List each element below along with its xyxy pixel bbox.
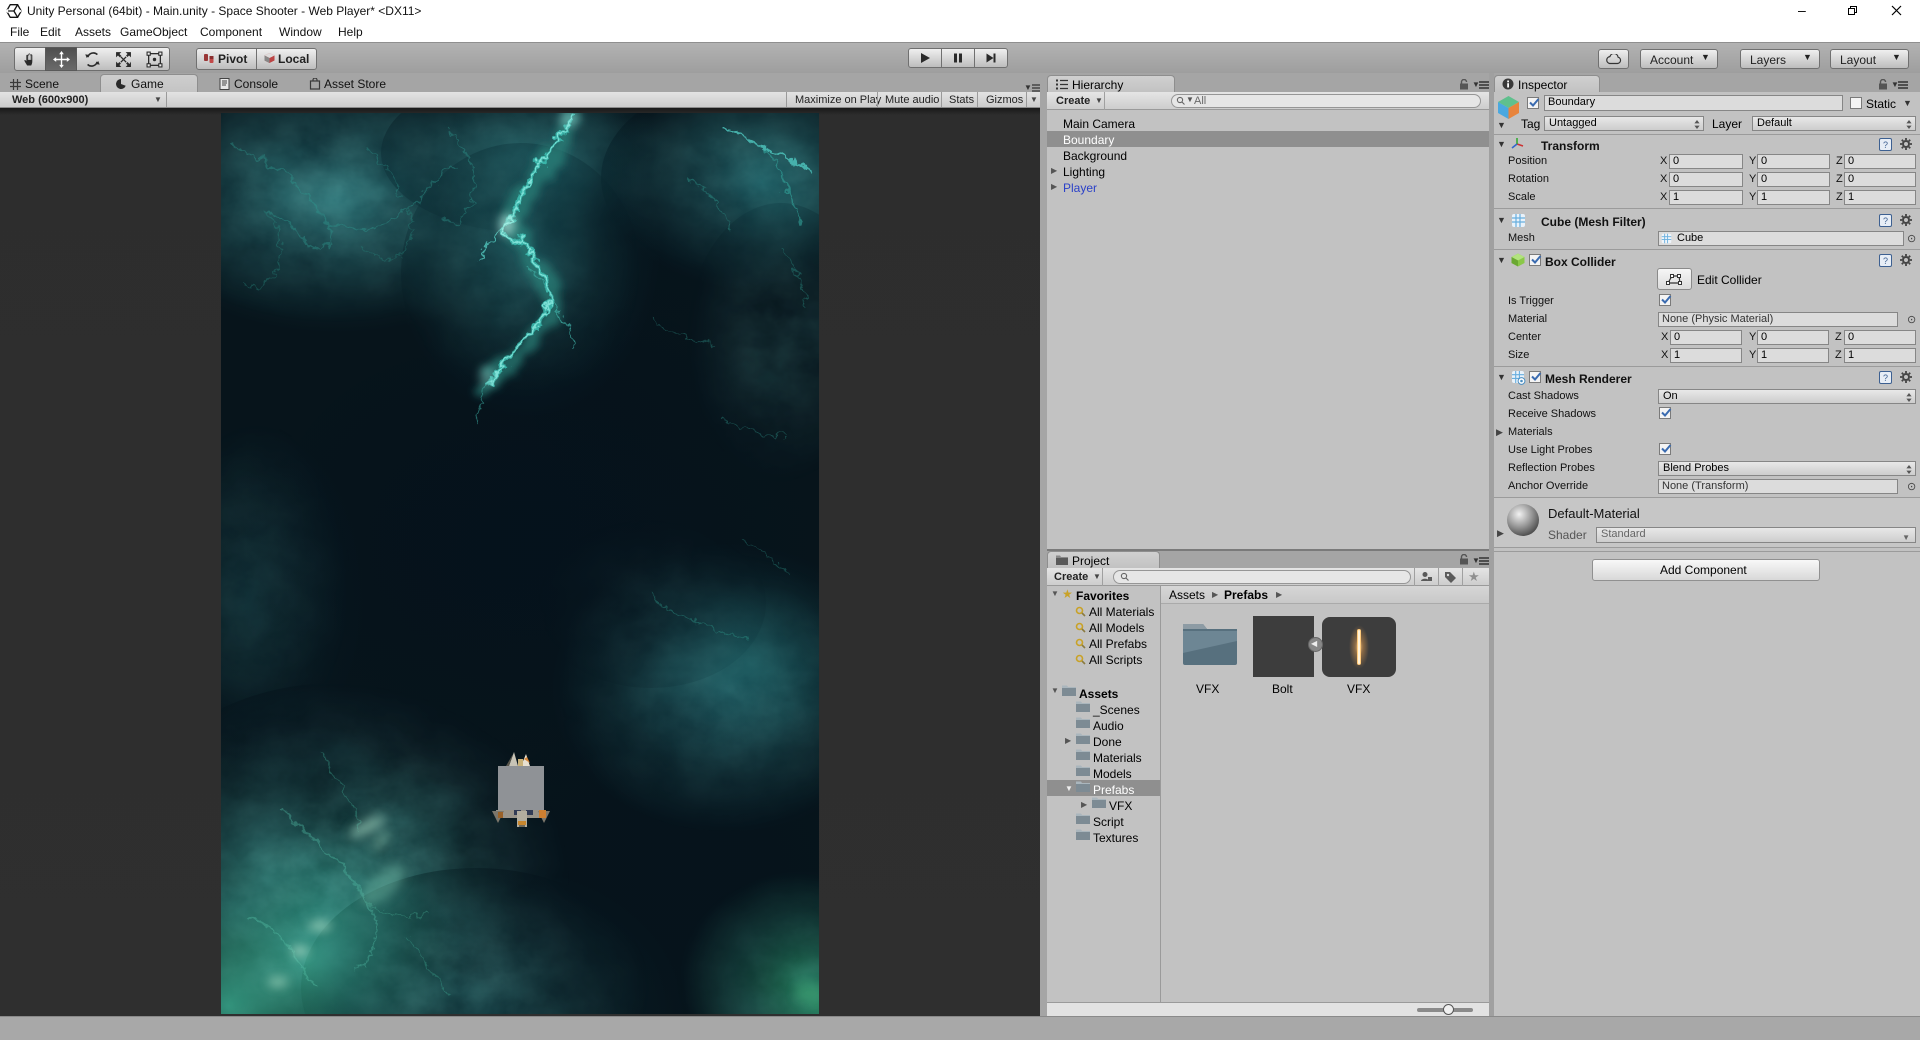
svg-text:?: ? [1883, 216, 1888, 226]
svg-text:?: ? [1883, 256, 1888, 266]
svg-text:?: ? [1883, 140, 1888, 150]
svg-text:?: ? [1883, 373, 1888, 383]
